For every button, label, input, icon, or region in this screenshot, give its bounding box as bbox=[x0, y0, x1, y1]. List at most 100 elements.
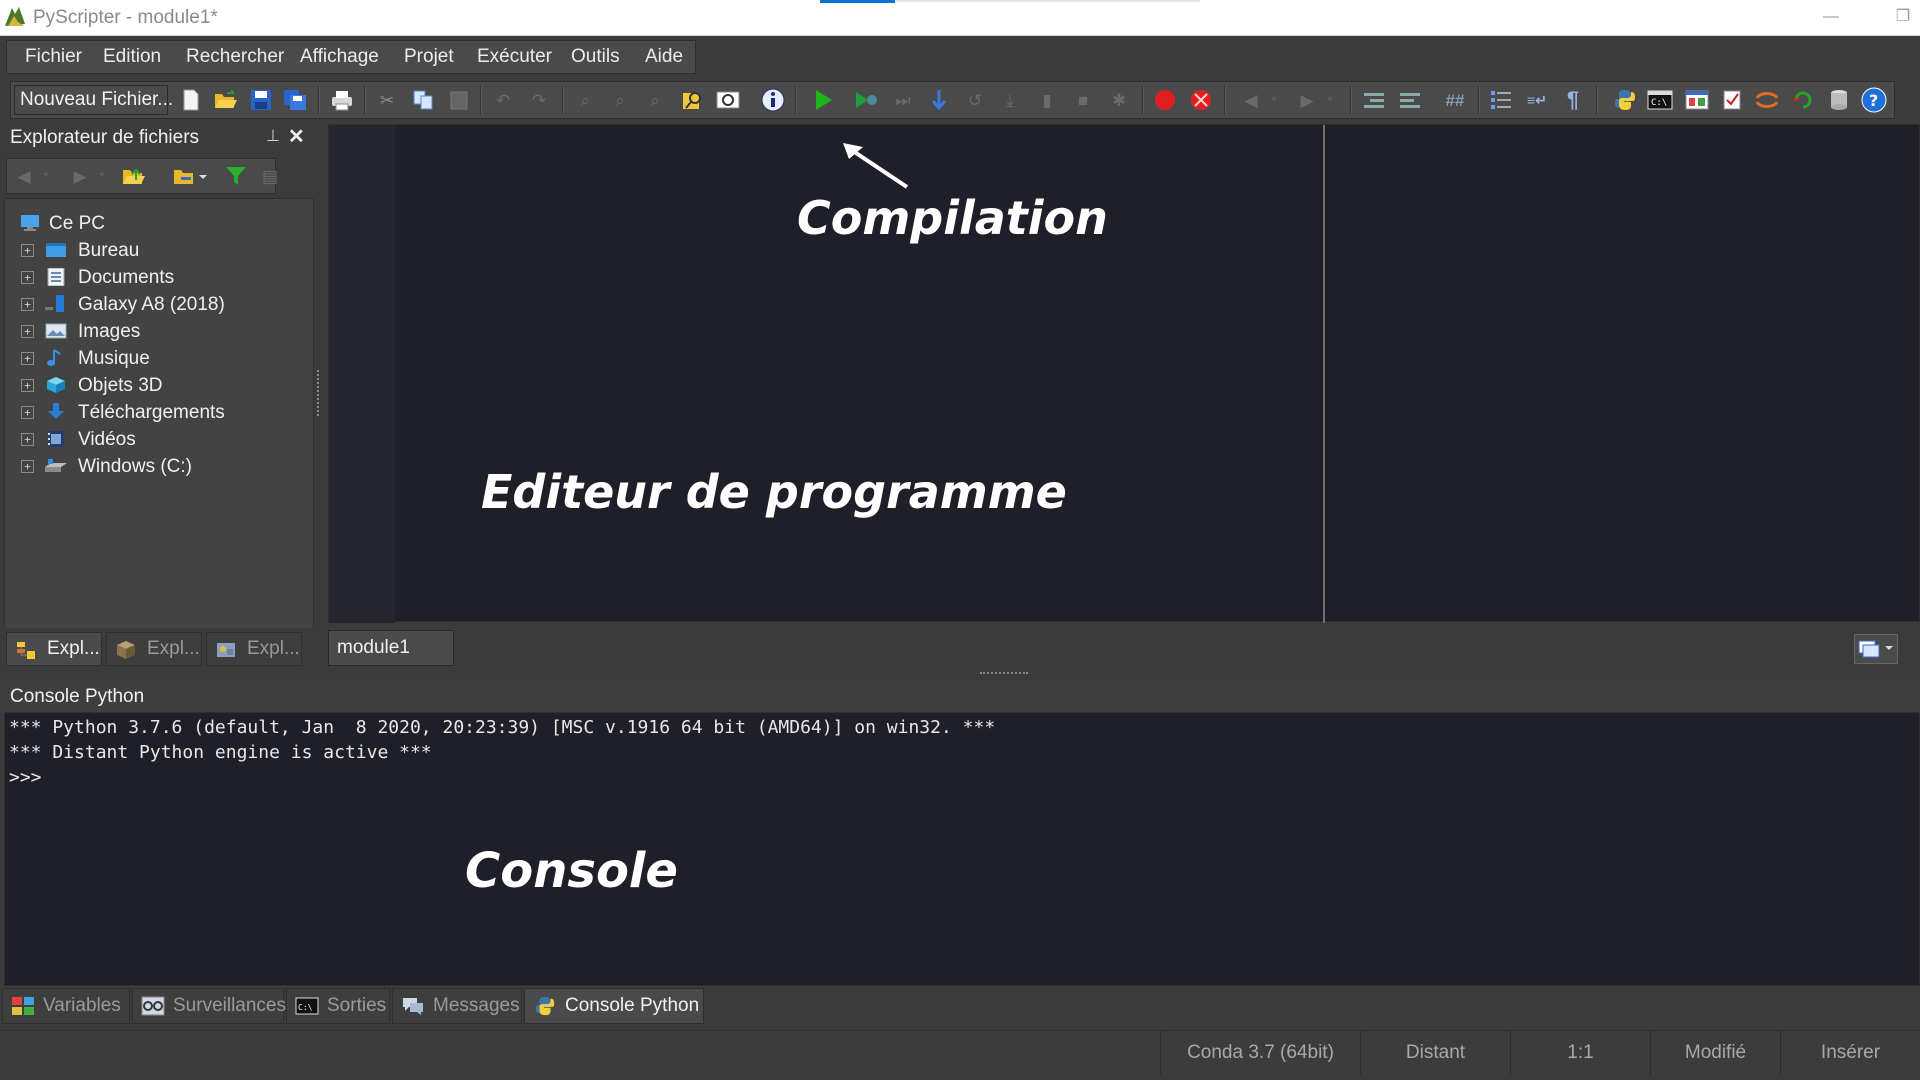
menu-outils[interactable]: Outils bbox=[571, 46, 620, 68]
python-icon[interactable] bbox=[1610, 85, 1640, 115]
replace-icon[interactable]: ⌕ bbox=[640, 85, 670, 115]
info-icon[interactable] bbox=[758, 85, 788, 115]
save-all-icon[interactable] bbox=[280, 85, 310, 115]
explorer-tab-project[interactable]: Expl... bbox=[106, 632, 202, 666]
run-to-cursor-icon[interactable]: ⤓ bbox=[995, 85, 1025, 115]
tree-item-objets-3d[interactable]: + Objets 3D bbox=[5, 373, 305, 400]
command-prompt-icon[interactable]: C:\ bbox=[1645, 85, 1675, 115]
status-insert-mode[interactable]: Insérer bbox=[1780, 1031, 1920, 1075]
explorer-options-icon[interactable]: ▤ bbox=[255, 161, 285, 191]
tab-console-python[interactable]: Console Python bbox=[524, 988, 704, 1024]
new-file-icon[interactable] bbox=[176, 85, 206, 115]
show-special-chars-icon[interactable]: ¶ bbox=[1558, 85, 1588, 115]
tab-sorties[interactable]: C:\ Sorties bbox=[286, 988, 390, 1024]
tree-item-telechargements[interactable]: + Téléchargements bbox=[5, 400, 305, 427]
step-out-icon[interactable]: ↺ bbox=[960, 85, 990, 115]
back-dropdown-icon[interactable]: ▾ bbox=[1266, 85, 1282, 115]
comment-icon[interactable]: ## bbox=[1440, 85, 1470, 115]
restore-button[interactable]: ❐ bbox=[1880, 0, 1920, 36]
menu-aide[interactable]: Aide bbox=[645, 46, 683, 68]
code-editor[interactable]: Compilation Editeur de programme bbox=[328, 124, 1920, 623]
find-icon[interactable]: ⌕ bbox=[570, 85, 600, 115]
menu-rechercher[interactable]: Rechercher bbox=[186, 46, 284, 68]
back-icon[interactable]: ◀ bbox=[1236, 85, 1266, 115]
pin-icon[interactable]: ⊥ bbox=[266, 126, 280, 146]
explorer-forward-icon[interactable]: ▶ bbox=[65, 161, 95, 191]
tab-variables[interactable]: Variables bbox=[2, 988, 130, 1024]
tree-item-images[interactable]: + Images bbox=[5, 319, 305, 346]
expand-icon[interactable]: + bbox=[21, 244, 34, 257]
run-icon[interactable] bbox=[808, 85, 838, 115]
tab-list-button[interactable] bbox=[1854, 634, 1898, 664]
undo-icon[interactable]: ↶ bbox=[488, 85, 518, 115]
print-icon[interactable] bbox=[327, 85, 357, 115]
explorer-back-icon[interactable]: ◀ bbox=[9, 161, 39, 191]
tree-item-musique[interactable]: + Musique bbox=[5, 346, 305, 373]
menu-affichage[interactable]: Affichage bbox=[300, 46, 379, 68]
toggle-breakpoint-icon[interactable] bbox=[1150, 85, 1180, 115]
forward-dropdown-icon[interactable]: ▾ bbox=[1322, 85, 1338, 115]
dedent-icon[interactable] bbox=[1395, 85, 1425, 115]
paste-icon[interactable] bbox=[444, 85, 474, 115]
explorer-tab-code[interactable]: Expl... bbox=[206, 632, 302, 666]
tab-surveillances[interactable]: Surveillances bbox=[132, 988, 286, 1024]
save-icon[interactable] bbox=[246, 85, 276, 115]
sync-icon[interactable] bbox=[1752, 85, 1782, 115]
forward-icon[interactable]: ▶ bbox=[1292, 85, 1322, 115]
explorer-forward-dropdown-icon[interactable]: ▾ bbox=[95, 161, 109, 191]
expand-icon[interactable]: + bbox=[21, 379, 34, 392]
indent-icon[interactable] bbox=[1359, 85, 1389, 115]
explorer-filter-icon[interactable] bbox=[221, 161, 251, 191]
help-icon[interactable]: ? bbox=[1859, 85, 1889, 115]
refresh-icon[interactable] bbox=[1788, 85, 1818, 115]
python-console[interactable]: *** Python 3.7.6 (default, Jan 8 2020, 2… bbox=[4, 712, 1920, 986]
step-over-icon[interactable]: ⏭ bbox=[888, 85, 918, 115]
debug-icon[interactable] bbox=[852, 85, 882, 115]
tree-item-galaxy-a8[interactable]: + Galaxy A8 (2018) bbox=[5, 292, 305, 319]
clear-breakpoints-icon[interactable] bbox=[1186, 85, 1216, 115]
toggle-view-icon[interactable] bbox=[713, 85, 743, 115]
menu-edition[interactable]: Edition bbox=[103, 46, 161, 68]
open-file-icon[interactable] bbox=[211, 85, 241, 115]
menu-projet[interactable]: Projet bbox=[404, 46, 454, 68]
tab-messages[interactable]: Messages bbox=[392, 988, 522, 1024]
expand-icon[interactable]: + bbox=[21, 433, 34, 446]
expand-icon[interactable]: + bbox=[21, 271, 34, 284]
explorer-back-dropdown-icon[interactable]: ▾ bbox=[39, 161, 53, 191]
checklist-icon[interactable] bbox=[1717, 85, 1747, 115]
status-engine[interactable]: Distant bbox=[1360, 1031, 1510, 1075]
abort-icon[interactable]: ■ bbox=[1068, 85, 1098, 115]
outline-icon[interactable] bbox=[1486, 85, 1516, 115]
tree-item-videos[interactable]: + Vidéos bbox=[5, 427, 305, 454]
tree-item-documents[interactable]: + Documents bbox=[5, 265, 305, 292]
expand-icon[interactable]: + bbox=[21, 406, 34, 419]
minimize-button[interactable]: — bbox=[1808, 0, 1854, 36]
word-wrap-icon[interactable]: ≡↵ bbox=[1522, 85, 1552, 115]
tree-item-windows-c[interactable]: + Windows (C:) bbox=[5, 454, 305, 481]
clear-icon[interactable]: ✱ bbox=[1104, 85, 1134, 115]
status-interpreter[interactable]: Conda 3.7 (64bit) bbox=[1160, 1031, 1360, 1075]
expand-icon[interactable]: + bbox=[21, 352, 34, 365]
find-next-icon[interactable]: ⌕ bbox=[605, 85, 635, 115]
cut-icon[interactable]: ✂ bbox=[372, 85, 402, 115]
horizontal-splitter-grip[interactable] bbox=[980, 672, 1028, 676]
explorer-tab-files[interactable]: Expl... bbox=[6, 632, 102, 666]
tree-item-ce-pc[interactable]: Ce PC bbox=[5, 211, 305, 238]
find-in-files-icon[interactable] bbox=[677, 85, 707, 115]
menu-fichier[interactable]: Fichier bbox=[25, 46, 82, 68]
redo-icon[interactable]: ↷ bbox=[524, 85, 554, 115]
pause-icon[interactable]: ▮ bbox=[1032, 85, 1062, 115]
expand-icon[interactable]: + bbox=[21, 325, 34, 338]
expand-icon[interactable]: + bbox=[21, 298, 34, 311]
explorer-up-folder-icon[interactable] bbox=[119, 161, 149, 191]
expand-icon[interactable]: + bbox=[21, 460, 34, 473]
copy-icon[interactable] bbox=[408, 85, 438, 115]
new-file-button[interactable]: Nouveau Fichier... bbox=[14, 85, 173, 115]
layout-icon[interactable] bbox=[1682, 85, 1712, 115]
tree-item-bureau[interactable]: + Bureau bbox=[5, 238, 305, 265]
menu-executer[interactable]: Exécuter bbox=[477, 46, 552, 68]
tab-module1[interactable]: module1 bbox=[328, 630, 454, 666]
explorer-browse-path-icon[interactable] bbox=[171, 161, 209, 191]
vertical-splitter-grip[interactable] bbox=[317, 370, 321, 416]
step-into-icon[interactable] bbox=[924, 85, 954, 115]
